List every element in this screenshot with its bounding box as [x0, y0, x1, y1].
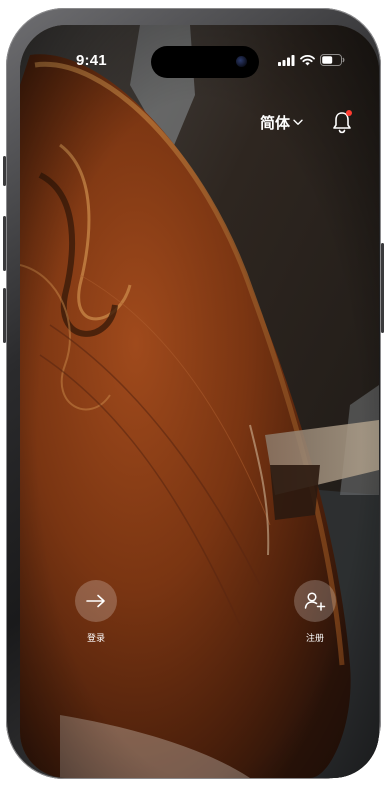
cellular-signal-icon	[278, 54, 295, 66]
arrow-right-icon	[86, 594, 105, 608]
chevron-down-icon	[293, 119, 303, 125]
login-label: 登录	[86, 633, 105, 643]
status-icons	[278, 54, 345, 66]
language-label: 简体	[260, 115, 291, 132]
dynamic-island	[151, 46, 259, 78]
language-switcher[interactable]: 简体	[260, 112, 303, 133]
screen: 9:41 简体 登录 注册	[20, 25, 379, 778]
phone-frame: 9:41 简体 登录 注册	[3, 8, 384, 779]
status-time: 9:41	[76, 52, 107, 69]
notification-button[interactable]	[331, 110, 353, 134]
top-bar: 简体	[20, 104, 379, 138]
register-label: 注册	[305, 633, 324, 643]
wifi-icon	[300, 54, 315, 65]
add-user-icon	[304, 592, 326, 611]
volume-up-button	[3, 216, 6, 271]
front-camera	[236, 56, 247, 67]
volume-down-button	[3, 288, 6, 343]
action-button	[3, 156, 6, 186]
notification-badge	[346, 110, 352, 116]
login-button-circle[interactable]	[75, 580, 117, 622]
battery-icon	[320, 54, 345, 66]
register-button-circle[interactable]	[294, 580, 336, 622]
home-indicator	[136, 766, 264, 770]
login-button[interactable]: 登录	[74, 580, 118, 644]
register-button[interactable]: 注册	[293, 580, 337, 644]
power-button	[381, 243, 384, 333]
status-bar: 9:41	[20, 25, 379, 79]
